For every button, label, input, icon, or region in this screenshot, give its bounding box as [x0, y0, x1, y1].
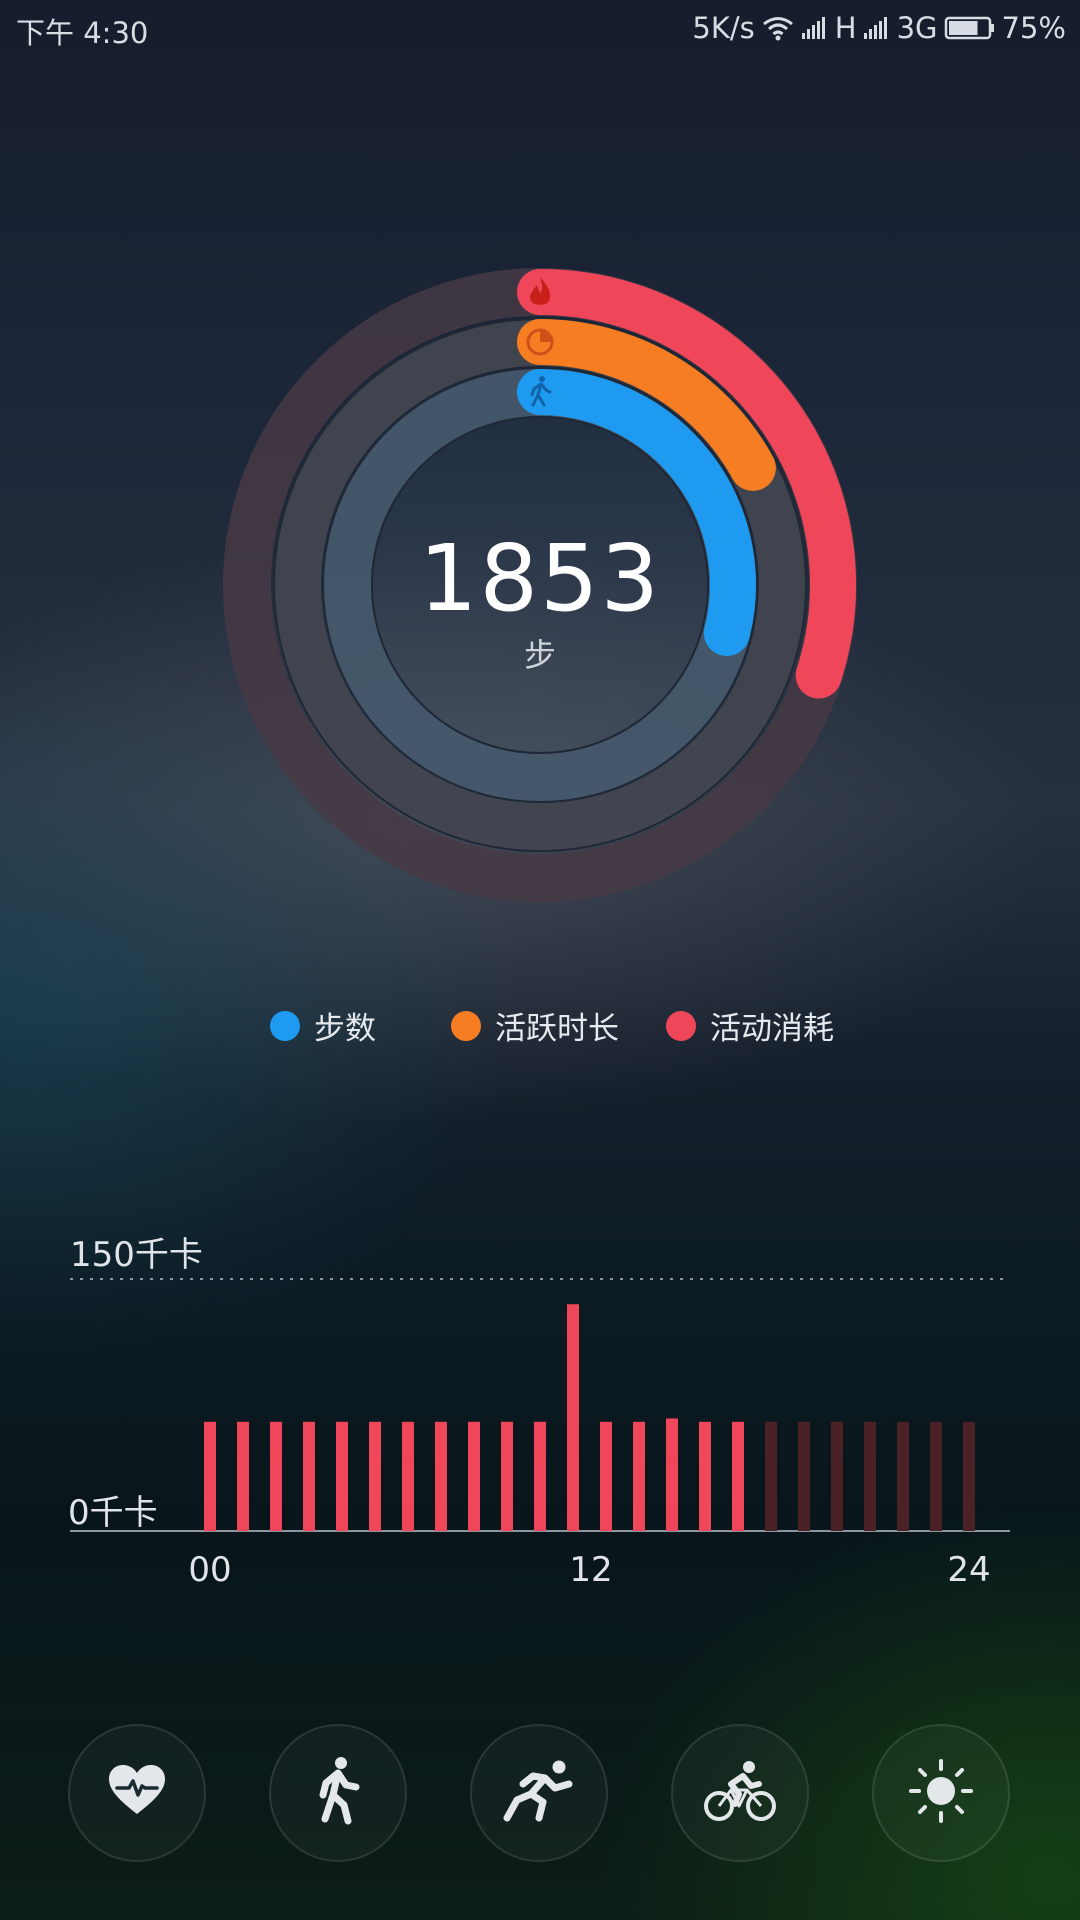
chart-bar	[303, 1421, 315, 1531]
chart-bar	[402, 1421, 414, 1531]
chart-bar	[336, 1421, 348, 1531]
walk-mode-button[interactable]	[269, 1724, 407, 1862]
chart-bar	[600, 1421, 612, 1531]
chart-bar	[237, 1421, 249, 1531]
chart-bar	[897, 1421, 909, 1531]
chart-bar	[270, 1421, 282, 1531]
x-tick-label: 24	[947, 1550, 991, 1590]
chart-bar	[765, 1421, 777, 1531]
x-tick-label: 00	[188, 1550, 232, 1590]
cycle-mode-button[interactable]	[671, 1724, 809, 1862]
chart-bar	[963, 1421, 975, 1531]
hourly-calories-chart[interactable]	[0, 0, 1080, 1600]
walking-icon	[310, 1755, 366, 1831]
chart-bar	[369, 1421, 381, 1531]
chart-bar	[204, 1421, 216, 1531]
chart-bar	[930, 1421, 942, 1531]
chart-bar	[468, 1421, 480, 1531]
chart-bar	[633, 1421, 645, 1531]
run-mode-button[interactable]	[470, 1724, 608, 1862]
chart-bar	[798, 1421, 810, 1531]
chart-bar	[534, 1421, 546, 1531]
chart-bars	[204, 1304, 975, 1531]
sleep-mode-button[interactable]	[872, 1724, 1010, 1862]
heart-rate-button[interactable]	[68, 1724, 206, 1862]
chart-bar	[732, 1421, 744, 1531]
chart-bar	[699, 1421, 711, 1531]
cycling-icon	[703, 1760, 777, 1826]
running-icon	[503, 1758, 575, 1828]
chart-bar	[435, 1421, 447, 1531]
x-tick-label: 12	[569, 1550, 613, 1590]
sleep-sun-icon	[908, 1758, 974, 1828]
chart-min-label: 0千卡	[68, 1493, 158, 1533]
chart-bar	[567, 1304, 579, 1531]
heart-rate-icon	[107, 1764, 167, 1822]
chart-bar	[831, 1421, 843, 1531]
chart-bar	[864, 1421, 876, 1531]
chart-bar	[666, 1418, 678, 1531]
chart-bar	[501, 1421, 513, 1531]
